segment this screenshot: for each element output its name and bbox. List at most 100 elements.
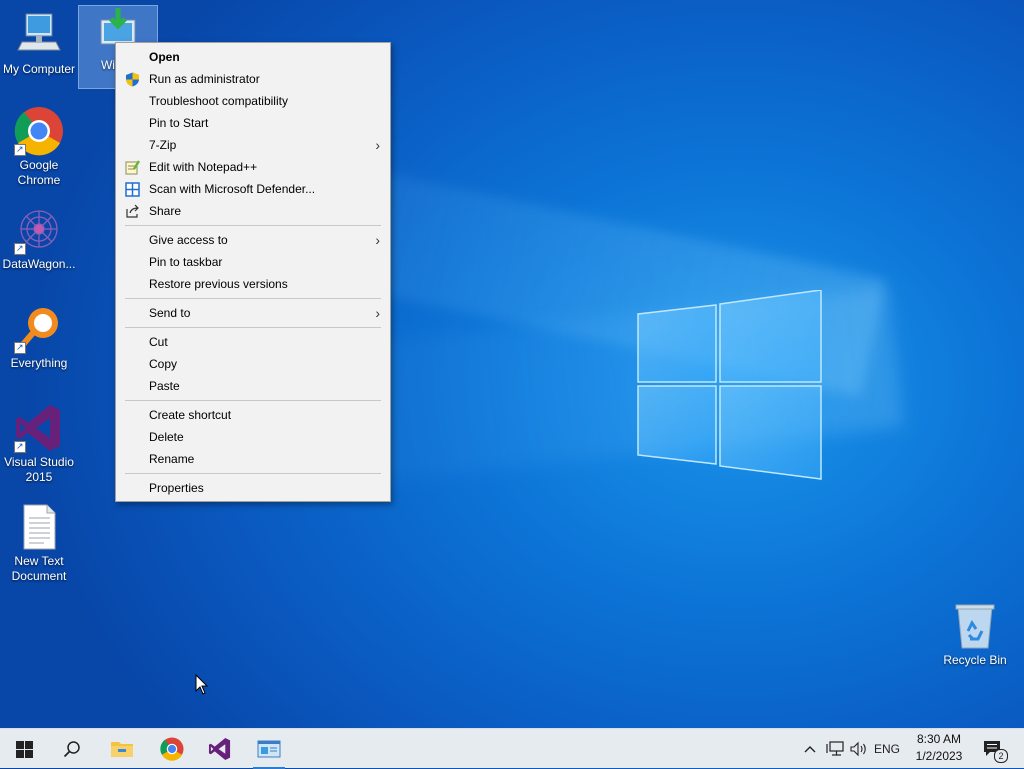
desktop-icon-google-chrome[interactable]: Google Chrome (0, 106, 78, 188)
desktop-icon-recycle-bin[interactable]: Recycle Bin (936, 601, 1014, 668)
share-icon (125, 204, 140, 219)
menu-separator (125, 225, 381, 226)
desktop-icon-label: My Computer (2, 62, 76, 76)
chrome-icon (14, 106, 64, 157)
app-window-icon (257, 740, 281, 758)
submenu-arrow-icon: › (375, 305, 380, 321)
menu-item-send-to[interactable]: Send to › (116, 302, 390, 324)
menu-item-rename[interactable]: Rename (116, 448, 390, 470)
desktop-icon-label: DataWagon... (2, 257, 76, 271)
menu-item-label: 7-Zip (149, 138, 177, 152)
menu-item-troubleshoot-compatibility[interactable]: Troubleshoot compatibility (116, 90, 390, 112)
taskbar: ENG 8:30 AM 1/2/2023 2 (0, 728, 1024, 769)
menu-separator (125, 327, 381, 328)
menu-item-pin-to-taskbar[interactable]: Pin to taskbar (116, 251, 390, 273)
desktop-icon-my-computer[interactable]: My Computer (0, 10, 78, 77)
menu-item-create-shortcut[interactable]: Create shortcut (116, 404, 390, 426)
menu-item-label: Give access to (149, 233, 228, 247)
defender-icon (125, 182, 140, 197)
action-center-button[interactable]: 2 (978, 729, 1008, 769)
clock-date: 1/2/2023 (915, 749, 963, 763)
submenu-arrow-icon: › (375, 137, 380, 153)
menu-separator (125, 473, 381, 474)
menu-item-open[interactable]: Open (116, 46, 390, 68)
desktop-icon-datawagon[interactable]: DataWagon... (0, 205, 78, 272)
desktop-icon-label: New Text Document (11, 554, 67, 583)
context-menu: Open Run as administrator Troubleshoot c… (115, 42, 391, 502)
taskbar-app-window[interactable] (245, 729, 293, 769)
menu-separator (125, 298, 381, 299)
menu-item-label: Edit with Notepad++ (149, 160, 258, 174)
shield-icon (125, 72, 140, 87)
chrome-icon (160, 737, 184, 761)
show-hidden-icons-button[interactable] (800, 729, 820, 769)
everything-search-icon (14, 304, 64, 355)
network-button[interactable] (823, 729, 847, 769)
menu-item-label: Copy (149, 357, 178, 371)
visual-studio-icon (14, 403, 64, 454)
menu-item-label: Cut (149, 335, 168, 349)
wallpaper-windows-logo (637, 290, 822, 480)
desktop-icon-everything[interactable]: Everything (0, 304, 78, 371)
menu-item-properties[interactable]: Properties (116, 477, 390, 499)
menu-item-scan-with-defender[interactable]: Scan with Microsoft Defender... (116, 178, 390, 200)
menu-item-cut[interactable]: Cut (116, 331, 390, 353)
menu-item-run-as-administrator[interactable]: Run as administrator (116, 68, 390, 90)
start-button[interactable] (0, 729, 48, 769)
menu-item-7zip[interactable]: 7-Zip › (116, 134, 390, 156)
menu-item-label: Rename (149, 452, 195, 466)
visual-studio-icon (208, 737, 231, 761)
menu-item-label: Troubleshoot compatibility (149, 94, 288, 108)
menu-item-copy[interactable]: Copy (116, 353, 390, 375)
desktop-icon-new-text-document[interactable]: New Text Document (0, 502, 78, 584)
taskbar-file-explorer[interactable] (98, 729, 146, 769)
menu-item-label: Send to (149, 306, 191, 320)
menu-item-label: Restore previous versions (149, 277, 288, 291)
menu-item-label: Paste (149, 379, 180, 393)
shortcut-arrow-icon (14, 439, 26, 454)
desktop-icon-label: Visual Studio 2015 (4, 455, 74, 484)
notepad-plus-icon (125, 160, 141, 175)
desktop-icon-label: Google Chrome (17, 158, 61, 187)
mouse-cursor-icon (195, 674, 209, 695)
clock-time: 8:30 AM (916, 732, 962, 746)
shortcut-arrow-icon (14, 142, 26, 157)
desktop-icon-label: Recycle Bin (943, 653, 1007, 667)
menu-item-label: Pin to Start (149, 116, 209, 130)
search-button[interactable] (48, 729, 96, 769)
taskbar-visual-studio[interactable] (196, 729, 244, 769)
text-document-icon (14, 502, 64, 552)
recycle-bin-icon (950, 601, 1000, 651)
computer-icon (14, 10, 64, 60)
menu-item-delete[interactable]: Delete (116, 426, 390, 448)
menu-item-label: Scan with Microsoft Defender... (149, 182, 316, 196)
menu-item-label: Run as administrator (149, 72, 260, 86)
notification-count-badge: 2 (994, 749, 1008, 763)
menu-item-label: Create shortcut (149, 408, 232, 422)
shortcut-arrow-icon (14, 340, 26, 355)
menu-item-give-access-to[interactable]: Give access to › (116, 229, 390, 251)
clock[interactable]: 8:30 AM 1/2/2023 (900, 731, 978, 765)
menu-item-restore-previous-versions[interactable]: Restore previous versions (116, 273, 390, 295)
submenu-arrow-icon: › (375, 232, 380, 248)
menu-item-paste[interactable]: Paste (116, 375, 390, 397)
language-indicator[interactable]: ENG (872, 729, 902, 769)
menu-item-label: Share (149, 204, 182, 218)
menu-item-edit-with-notepad[interactable]: Edit with Notepad++ (116, 156, 390, 178)
volume-icon (850, 741, 866, 757)
menu-item-label: Delete (149, 430, 184, 444)
taskbar-chrome[interactable] (148, 729, 196, 769)
shortcut-arrow-icon (14, 241, 26, 256)
network-icon (826, 741, 844, 756)
menu-item-label: Properties (149, 481, 204, 495)
desktop-icon-visual-studio[interactable]: Visual Studio 2015 (0, 403, 78, 485)
menu-item-share[interactable]: Share (116, 200, 390, 222)
menu-item-label: Open (149, 50, 180, 64)
chevron-up-icon (804, 746, 816, 753)
menu-item-pin-to-start[interactable]: Pin to Start (116, 112, 390, 134)
datawagon-icon (14, 205, 64, 256)
volume-button[interactable] (847, 729, 871, 769)
menu-item-label: Pin to taskbar (149, 255, 223, 269)
file-explorer-icon (111, 742, 133, 757)
menu-separator (125, 400, 381, 401)
